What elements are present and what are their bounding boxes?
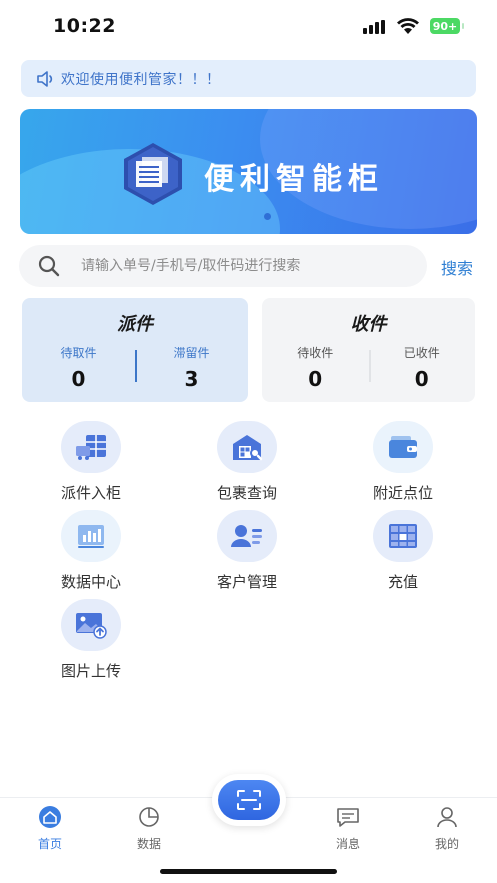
status-bar: 10:22 90+: [0, 0, 497, 52]
stranded-stat[interactable]: 滞留件 3: [135, 344, 248, 391]
receive-panel[interactable]: 收件 待收件 0 已收件 0: [262, 298, 475, 402]
image-upload-icon: [61, 599, 121, 651]
grid-item-nearby-locations[interactable]: 附近点位: [343, 421, 463, 503]
stat-label: 待取件: [60, 346, 97, 360]
scan-button[interactable]: [218, 780, 280, 820]
stat-value: 0: [71, 367, 86, 391]
pending-receive-stat[interactable]: 待收件 0: [262, 344, 369, 391]
home-icon: [39, 806, 61, 828]
grid-item-image-upload[interactable]: 图片上传: [31, 599, 151, 681]
notice-text: 欢迎使用便利管家！！！: [61, 71, 221, 88]
search-input[interactable]: [81, 258, 381, 274]
grid-label: 客户管理: [216, 573, 277, 591]
scan-button-container: [212, 774, 286, 826]
package-search-icon: [217, 421, 277, 473]
tab-label: 数据: [136, 837, 161, 851]
scan-icon: [237, 790, 261, 810]
dispatch-cabinet-icon: [61, 421, 121, 473]
tab-profile[interactable]: 我的: [417, 806, 477, 852]
grid-label: 充值: [387, 573, 418, 591]
stat-value: 0: [308, 367, 323, 391]
carousel-indicator[interactable]: [264, 213, 271, 220]
stat-label: 滞留件: [173, 346, 210, 360]
tab-label: 消息: [335, 837, 360, 851]
speaker-icon: [37, 70, 53, 87]
home-indicator: [160, 869, 337, 874]
grid-item-dispatch-cabinet[interactable]: 派件入柜: [31, 421, 151, 503]
grid-label: 图片上传: [60, 662, 121, 680]
grid-item-customer-management[interactable]: 客户管理: [187, 510, 307, 592]
wifi-icon: [397, 18, 419, 34]
tab-label: 首页: [37, 837, 62, 851]
dispatch-title: 派件: [117, 314, 153, 335]
cellular-signal-icon: [363, 20, 385, 34]
tab-messages[interactable]: 消息: [318, 806, 378, 852]
search-icon: [38, 255, 60, 277]
grid-label: 数据中心: [60, 573, 121, 591]
stat-value: 0: [414, 367, 429, 391]
search-bar[interactable]: [19, 245, 427, 287]
promo-banner[interactable]: 便利智能柜: [20, 109, 477, 234]
banner-title: 便利智能柜: [204, 162, 384, 197]
stat-label: 待收件: [297, 346, 334, 360]
wallet-icon: [373, 421, 433, 473]
tab-label: 我的: [434, 837, 459, 851]
message-icon: [337, 808, 359, 827]
cabinet-grid-icon: [373, 510, 433, 562]
stat-label: 已收件: [403, 346, 440, 360]
status-time: 10:22: [53, 15, 116, 37]
grid-label: 派件入柜: [60, 484, 121, 502]
pending-pickup-stat[interactable]: 待取件 0: [22, 344, 135, 391]
grid-item-package-search[interactable]: 包裹查询: [187, 421, 307, 503]
user-icon: [437, 807, 457, 828]
pie-chart-icon: [139, 807, 159, 827]
tab-home[interactable]: 首页: [20, 806, 80, 852]
stat-value: 3: [184, 367, 199, 391]
grid-item-recharge[interactable]: 充值: [343, 510, 463, 592]
battery-icon: 90+: [430, 18, 464, 34]
grid-label: 包裹查询: [216, 484, 277, 502]
grid-label: 附近点位: [372, 484, 433, 502]
received-stat[interactable]: 已收件 0: [369, 344, 476, 391]
cabinet-logo-icon: [124, 143, 182, 205]
grid-item-data-center[interactable]: 数据中心: [31, 510, 151, 592]
receive-title: 收件: [350, 314, 387, 335]
dispatch-panel[interactable]: 派件 待取件 0 滞留件 3: [22, 298, 248, 402]
notice-bar[interactable]: 欢迎使用便利管家！！！: [21, 60, 476, 97]
customer-card-icon: [217, 510, 277, 562]
search-button[interactable]: 搜索: [441, 255, 473, 279]
tab-data[interactable]: 数据: [119, 806, 179, 852]
data-chart-icon: [61, 510, 121, 562]
